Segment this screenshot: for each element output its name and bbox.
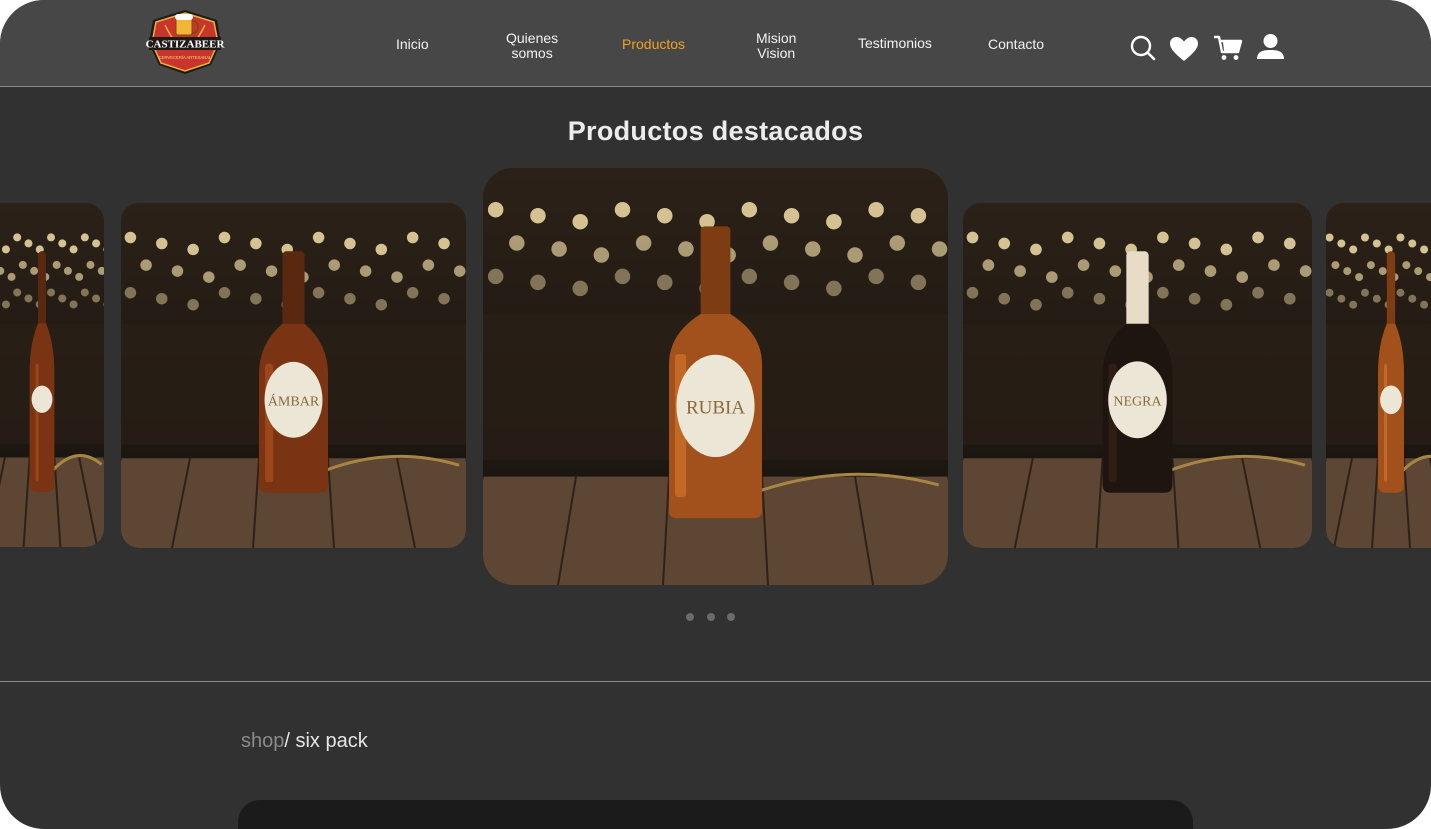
carousel-dot[interactable]	[686, 613, 694, 621]
site-header: CASTIZABEER CERVECERÍA ARTESANAL Inicio …	[0, 0, 1431, 87]
heart-icon[interactable]	[1169, 36, 1199, 67]
breadcrumb-shop-link[interactable]: shop	[241, 730, 284, 752]
nav-item-quienes-somos[interactable]: Quienes somos	[506, 31, 558, 61]
search-icon[interactable]	[1129, 34, 1157, 67]
brand-tagline: CERVECERÍA ARTESANAL	[159, 55, 212, 60]
nav-label: Mision	[756, 30, 797, 46]
nav-label: Testimonios	[858, 35, 932, 51]
product-label: ÁMBAR	[268, 392, 320, 409]
carousel-dot[interactable]	[727, 613, 735, 621]
product-card-partial-left[interactable]	[0, 203, 104, 547]
user-icon[interactable]	[1256, 33, 1285, 66]
nav-item-testimonios[interactable]: Testimonios	[858, 36, 932, 51]
product-label: NEGRA	[1113, 394, 1162, 409]
product-label: RUBIA	[686, 397, 745, 418]
nav-item-mision-vision[interactable]: Mision Vision	[756, 31, 796, 61]
breadcrumb-current: / six pack	[284, 730, 368, 752]
nav-label: Productos	[622, 36, 686, 52]
nav-label: somos	[511, 45, 553, 61]
product-card-negra[interactable]: NEGRA	[963, 203, 1312, 548]
product-panel	[238, 800, 1193, 829]
product-card-ambar[interactable]: ÁMBAR	[121, 203, 466, 548]
carousel-dot[interactable]	[707, 613, 715, 621]
brand-name: CASTIZABEER	[146, 39, 225, 51]
nav-label: Vision	[757, 45, 796, 61]
product-card-rubia[interactable]: RUBIA	[483, 168, 948, 585]
nav-label: Contacto	[988, 36, 1045, 52]
nav-label: Quienes	[506, 30, 559, 46]
cart-icon[interactable]	[1213, 34, 1243, 67]
section-divider	[0, 681, 1431, 682]
product-card-partial-right[interactable]	[1326, 203, 1431, 548]
page-frame: CASTIZABEER CERVECERÍA ARTESANAL Inicio …	[0, 0, 1431, 829]
breadcrumb: shop/ six pack	[241, 730, 368, 753]
brand-logo[interactable]: CASTIZABEER CERVECERÍA ARTESANAL	[145, 9, 225, 75]
nav-item-inicio[interactable]: Inicio	[396, 37, 429, 52]
nav-item-productos[interactable]: Productos	[622, 37, 685, 52]
nav-item-contacto[interactable]: Contacto	[988, 37, 1044, 52]
section-title: Productos destacados	[567, 116, 864, 146]
nav-label: Inicio	[396, 36, 429, 52]
